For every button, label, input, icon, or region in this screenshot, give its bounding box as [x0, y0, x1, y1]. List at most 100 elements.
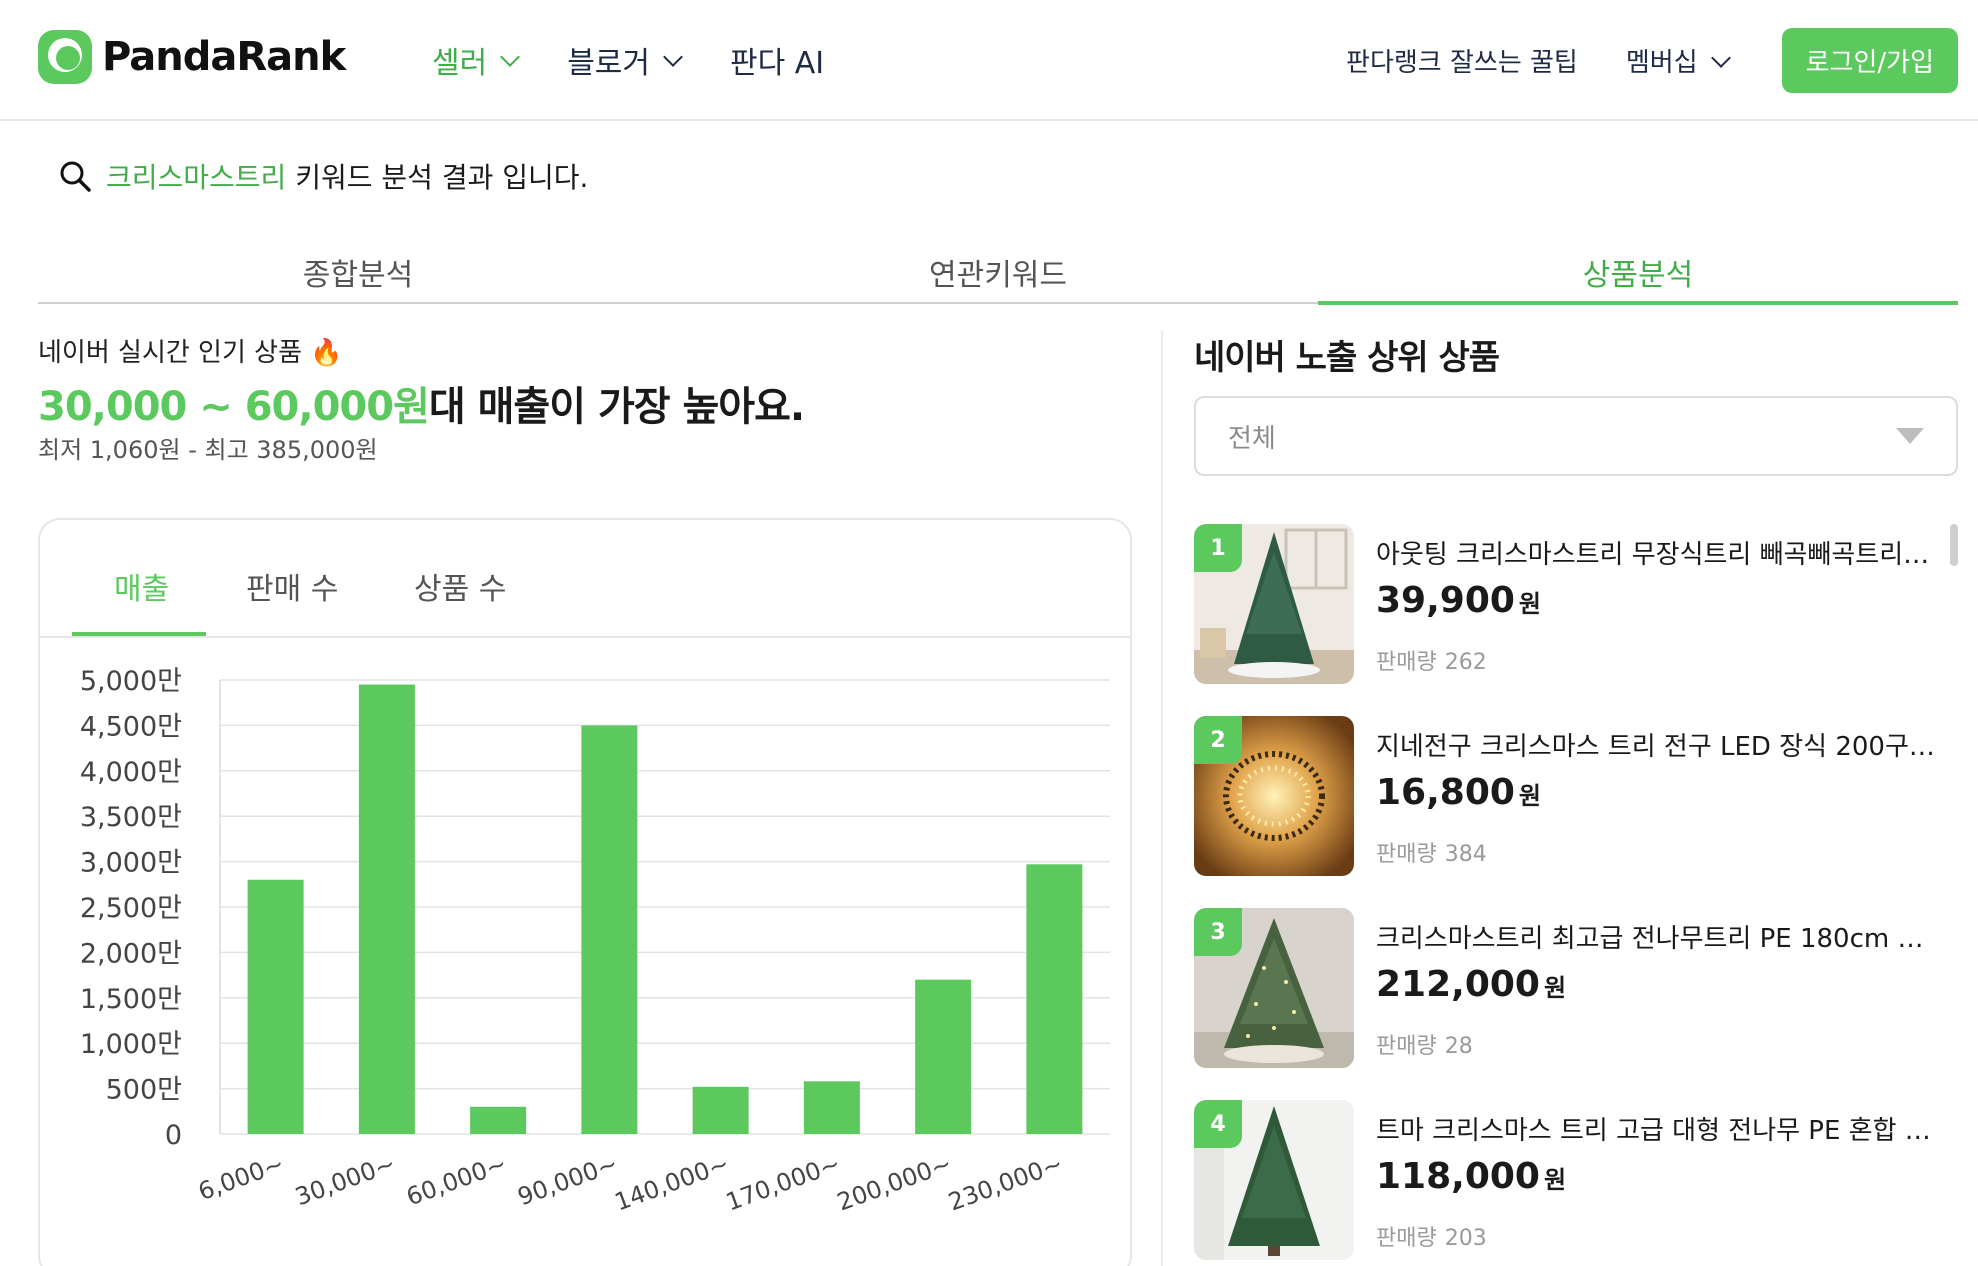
- chart-tab-product-count[interactable]: 상품 수: [414, 564, 506, 608]
- product-sales: 판매량 203: [1376, 1220, 1487, 1252]
- chart-bar[interactable]: [803, 1081, 860, 1134]
- currency-suffix: 원: [1543, 1166, 1567, 1194]
- chevron-down-icon: [663, 47, 683, 67]
- product-price: 212,000 원: [1376, 964, 1566, 1005]
- nav-panda-ai[interactable]: 판다 AI: [730, 38, 824, 82]
- product-price: 118,000 원: [1376, 1156, 1566, 1197]
- product-price: 39,900 원: [1376, 580, 1541, 621]
- product-item[interactable]: 3 크리스마스트리 최고급 전나무트리 PE 180cm 210cm 212,0…: [1194, 908, 1944, 1070]
- product-sales: 판매량 28: [1376, 1028, 1473, 1060]
- sales-value: 28: [1444, 1034, 1473, 1059]
- x-tick-label: 6,000~: [195, 1149, 288, 1206]
- chart-bar[interactable]: [470, 1106, 527, 1134]
- product-name[interactable]: 트마 크리스마스 트리 고급 대형 전나무 PE 혼합 트리: [1376, 1110, 1936, 1147]
- y-tick-label: 1,500만: [80, 984, 182, 1015]
- sales-label: 판매량: [1376, 1034, 1437, 1059]
- price-value: 16,800: [1376, 772, 1515, 813]
- sales-bar-chart: 0 500만 1,000만 1,500만 2,000만 2,500만 3,000만 3,500…: [80, 666, 1110, 1216]
- panda-logo-icon: [38, 30, 92, 84]
- y-tick-label: 2,000만: [80, 938, 182, 969]
- y-tick-label: 0: [165, 1120, 182, 1151]
- product-item[interactable]: 1 아웃팅 크리스마스트리 무장식트리 빼곡빼곡트리 PE 혼합 고급 39,9…: [1194, 524, 1944, 686]
- main-nav: 셀러 블로거 판다 AI: [432, 38, 824, 82]
- product-name[interactable]: 지네전구 크리스마스 트리 전구 LED 장식 200구 앰버 웜화이트: [1376, 726, 1936, 763]
- y-tick-label: 1,000만: [80, 1029, 182, 1060]
- sales-label: 판매량: [1376, 842, 1437, 867]
- product-thumbnail: 1: [1194, 524, 1354, 684]
- popular-products-subtitle: 네이버 실시간 인기 상품 🔥: [38, 338, 343, 368]
- logo[interactable]: PandaRank: [38, 30, 346, 84]
- chart-bar[interactable]: [581, 725, 638, 1134]
- price-value: 118,000: [1376, 1156, 1540, 1197]
- chart-bar[interactable]: [1026, 864, 1083, 1134]
- chart-tab-underline: [72, 632, 206, 636]
- nav-blogger-label: 블로거: [567, 46, 651, 81]
- nav-panda-ai-label: 판다 AI: [730, 46, 825, 81]
- tips-link[interactable]: 판다랭크 잘쓰는 꿀팁: [1346, 42, 1578, 79]
- sales-value: 203: [1444, 1226, 1487, 1251]
- search-suffix: 키워드 분석 결과 입니다.: [295, 161, 589, 194]
- headline-price-range: 30,000 ~ 60,000원: [38, 384, 430, 430]
- chart-bar[interactable]: [692, 1086, 749, 1134]
- search-summary: 크리스마스트리 키워드 분석 결과 입니다.: [58, 156, 588, 196]
- y-tick-label: 3,500만: [80, 802, 182, 833]
- chart-tab-revenue[interactable]: 매출: [114, 564, 169, 608]
- tab-product-analysis[interactable]: 상품분석: [1318, 246, 1958, 305]
- sales-chart-card: 매출 판매 수 상품 수 0 500만 1,000만 1,500만 2,000만 2,50…: [38, 518, 1132, 1266]
- membership-menu[interactable]: 멤버십: [1626, 42, 1734, 79]
- x-tick-label: 170,000~: [722, 1149, 844, 1216]
- chart-bar[interactable]: [358, 684, 415, 1134]
- product-sales: 판매량 262: [1376, 644, 1487, 676]
- y-tick-label: 5,000만: [80, 666, 182, 697]
- category-filter-select[interactable]: 전체: [1194, 396, 1958, 476]
- y-tick-label: 4,000만: [80, 757, 182, 788]
- chart-bar[interactable]: [915, 979, 972, 1134]
- product-thumbnail: 2: [1194, 716, 1354, 876]
- y-tick-label: 3,000만: [80, 848, 182, 879]
- nav-seller-label: 셀러: [432, 46, 488, 81]
- nav-seller[interactable]: 셀러: [432, 38, 523, 82]
- search-icon: [60, 161, 91, 192]
- top-products-title: 네이버 노출 상위 상품: [1194, 338, 1500, 378]
- chart-tab-sales-count[interactable]: 판매 수: [246, 564, 338, 608]
- membership-label: 멤버십: [1625, 48, 1698, 78]
- product-name[interactable]: 아웃팅 크리스마스트리 무장식트리 빼곡빼곡트리 PE 혼합 고급: [1376, 534, 1936, 571]
- product-price: 16,800 원: [1376, 772, 1541, 813]
- top-header: PandaRank 셀러 블로거 판다 AI 판다랭크 잘쓰는 꿀팁 멤버십 로…: [0, 0, 1978, 121]
- right-nav: 판다랭크 잘쓰는 꿀팁 멤버십 로그인/가입: [1346, 28, 1958, 93]
- nav-blogger[interactable]: 블로거: [567, 38, 686, 82]
- product-name[interactable]: 크리스마스트리 최고급 전나무트리 PE 180cm 210cm: [1376, 918, 1936, 955]
- product-list-scrollbar[interactable]: [1950, 524, 1958, 566]
- x-tick-label: 230,000~: [945, 1149, 1067, 1216]
- currency-suffix: 원: [1518, 782, 1542, 810]
- sales-headline: 30,000 ~ 60,000원대 매출이 가장 높아요.: [38, 374, 805, 432]
- analysis-tabs: 종합분석 연관키워드 상품분석: [38, 246, 1958, 305]
- chart-bar[interactable]: [247, 879, 304, 1134]
- login-button[interactable]: 로그인/가입: [1781, 28, 1958, 93]
- sales-value: 262: [1444, 650, 1487, 675]
- x-tick-label: 30,000~: [292, 1149, 399, 1211]
- tab-related-keywords[interactable]: 연관키워드: [678, 246, 1318, 302]
- product-item[interactable]: 4 트마 크리스마스 트리 고급 대형 전나무 PE 혼합 트리 118,000…: [1194, 1100, 1944, 1262]
- y-tick-label: 2,500만: [80, 893, 182, 924]
- tab-overall[interactable]: 종합분석: [38, 246, 678, 302]
- currency-suffix: 원: [1518, 590, 1542, 618]
- x-tick-label: 200,000~: [833, 1149, 955, 1216]
- product-thumbnail: 3: [1194, 908, 1354, 1068]
- sales-label: 판매량: [1376, 650, 1437, 675]
- price-value: 212,000: [1376, 964, 1540, 1005]
- product-item[interactable]: 2 지네전구 크리스마스 트리 전구 LED 장식 200구 앰버 웜화이트 1…: [1194, 716, 1944, 878]
- dropdown-triangle-icon: [1896, 428, 1924, 444]
- rank-badge: 2: [1194, 716, 1242, 764]
- rank-badge: 4: [1194, 1100, 1242, 1148]
- product-thumbnail: 4: [1194, 1100, 1354, 1260]
- y-tick-label: 4,500만: [80, 711, 182, 742]
- x-tick-label: 90,000~: [514, 1149, 621, 1211]
- price-range-text: 최저 1,060원 - 최고 385,000원: [38, 436, 378, 464]
- filter-value: 전체: [1228, 424, 1276, 454]
- rank-badge: 3: [1194, 908, 1242, 956]
- headline-rest: 대 매출이 가장 높아요.: [428, 384, 805, 430]
- column-divider: [1161, 330, 1163, 1266]
- currency-suffix: 원: [1543, 974, 1567, 1002]
- logo-text: PandaRank: [102, 34, 346, 80]
